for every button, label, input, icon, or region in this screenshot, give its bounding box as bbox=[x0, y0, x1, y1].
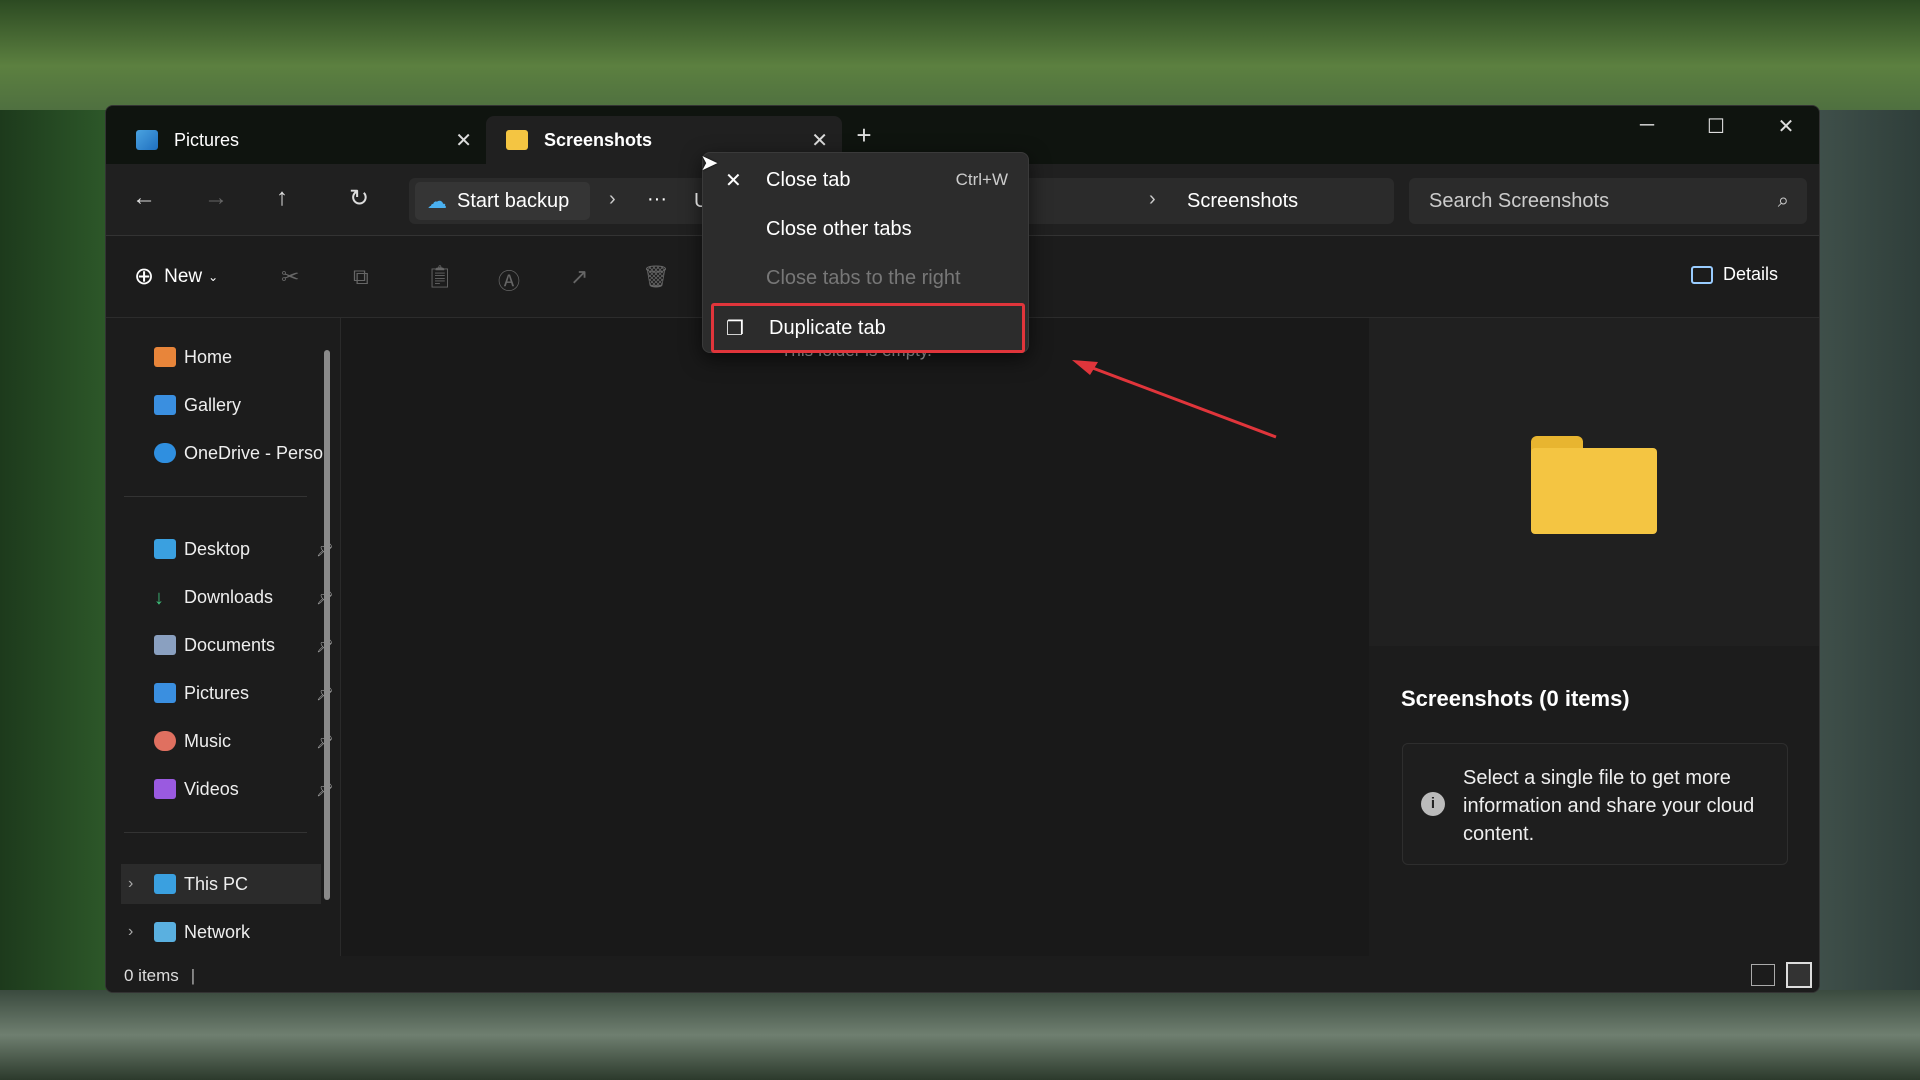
annotation-arrow bbox=[1072, 360, 1277, 439]
mouse-cursor: ➤ bbox=[700, 150, 719, 175]
